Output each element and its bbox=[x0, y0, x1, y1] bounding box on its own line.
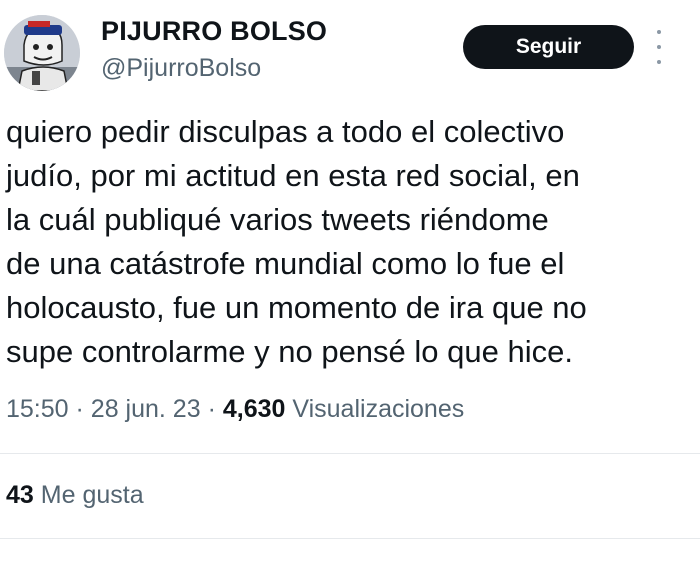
tweet-date[interactable]: 28 jun. 23 bbox=[91, 395, 201, 423]
tweet-line: holocausto, fue un momento de ira que no bbox=[6, 290, 587, 325]
dot bbox=[657, 30, 661, 34]
tweet-time[interactable]: 15:50 bbox=[6, 395, 69, 423]
dot bbox=[657, 45, 661, 49]
author-avatar[interactable] bbox=[4, 15, 80, 91]
author-handle[interactable]: @PijurroBolso bbox=[101, 54, 261, 83]
tweet-line: judío, por mi actitud en esta red social… bbox=[6, 158, 580, 193]
likes-stat[interactable]: 43 Me gusta bbox=[6, 481, 144, 510]
tweet-line: supe controlarme y no pensé lo que hice. bbox=[6, 334, 573, 369]
tweet-text: quiero pedir disculpas a todo el colecti… bbox=[6, 110, 686, 374]
divider bbox=[0, 538, 700, 539]
tweet-meta: 15:50 · 28 jun. 23 · 4,630 Visualizacion… bbox=[6, 395, 464, 424]
tweet-line: quiero pedir disculpas a todo el colecti… bbox=[6, 114, 565, 149]
author-display-name[interactable]: PIJURRO BOLSO bbox=[101, 16, 327, 47]
views-count: 4,630 bbox=[222, 395, 286, 423]
follow-button[interactable]: Seguir bbox=[463, 25, 634, 69]
cartoon-avatar-icon bbox=[4, 15, 80, 91]
meta-separator: · bbox=[207, 395, 216, 423]
tweet-line: la cuál publiqué varios tweets riéndome bbox=[6, 202, 549, 237]
likes-label: Me gusta bbox=[40, 481, 144, 509]
views-label: Visualizaciones bbox=[292, 395, 465, 423]
meta-separator: · bbox=[75, 395, 84, 423]
tweet-line: de una catástrofe mundial como lo fue el bbox=[6, 246, 565, 281]
divider bbox=[0, 453, 700, 454]
more-options-icon[interactable] bbox=[651, 30, 667, 64]
dot bbox=[657, 60, 661, 64]
likes-count: 43 bbox=[6, 481, 34, 509]
